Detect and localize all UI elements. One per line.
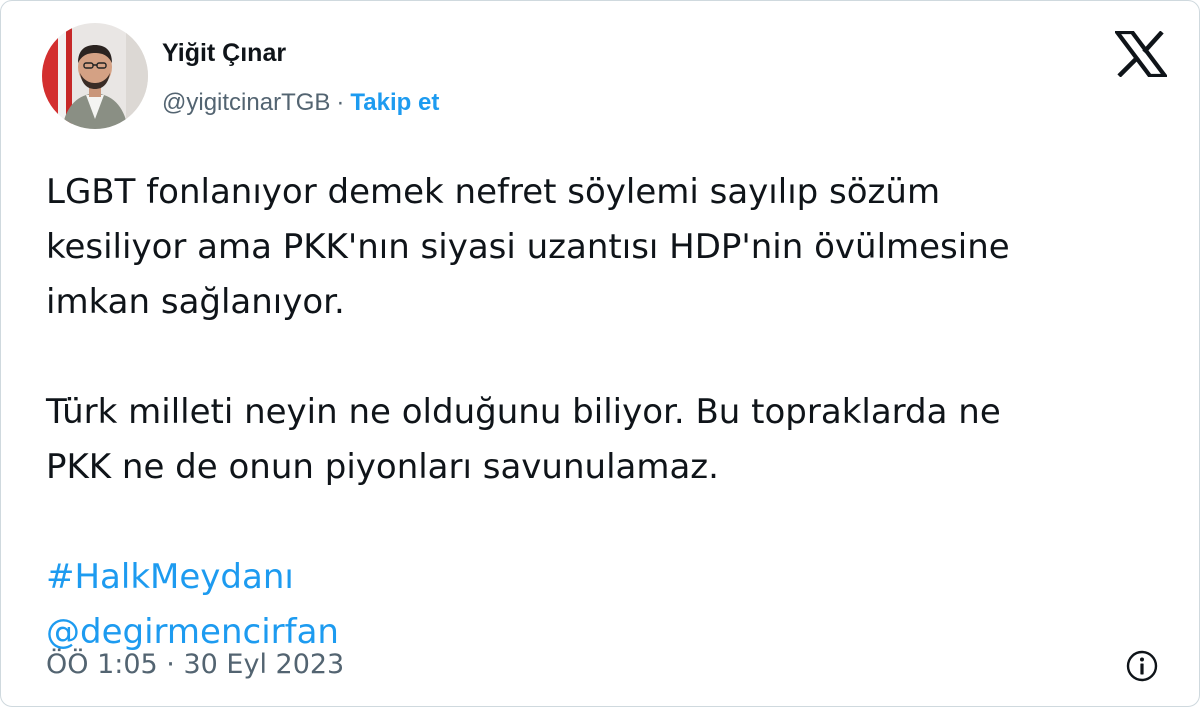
hashtag-link[interactable]: #HalkMeydanı [46,550,1166,605]
info-icon[interactable] [1125,649,1159,683]
tweet-paragraph-2: Türk milleti neyin ne olduğunu biliyor. … [46,392,1001,487]
author-meta: @yigitcinarTGB · Takip et [162,88,439,118]
follow-button[interactable]: Takip et [350,89,439,116]
separator-dot: · [336,89,345,116]
x-logo-icon[interactable] [1112,29,1170,79]
author-handle[interactable]: @yigitcinarTGB [162,89,330,116]
tweet-paragraph-1: LGBT fonlanıyor demek nefret söylemi say… [46,172,1010,322]
tweet-links: #HalkMeydanı @degirmencirfan [46,550,1166,660]
tweet-card: Yiğit Çınar @yigitcinarTGB · Takip et LGBT… [0,0,1200,707]
author-name[interactable]: Yiğit Çınar [162,38,286,68]
avatar[interactable] [42,23,148,129]
tweet-body: LGBT fonlanıyor demek nefret söylemi say… [46,165,1166,660]
tweet-timestamp[interactable]: ÖÖ 1:05 · 30 Eyl 2023 [46,647,344,683]
avatar-image [42,23,148,129]
